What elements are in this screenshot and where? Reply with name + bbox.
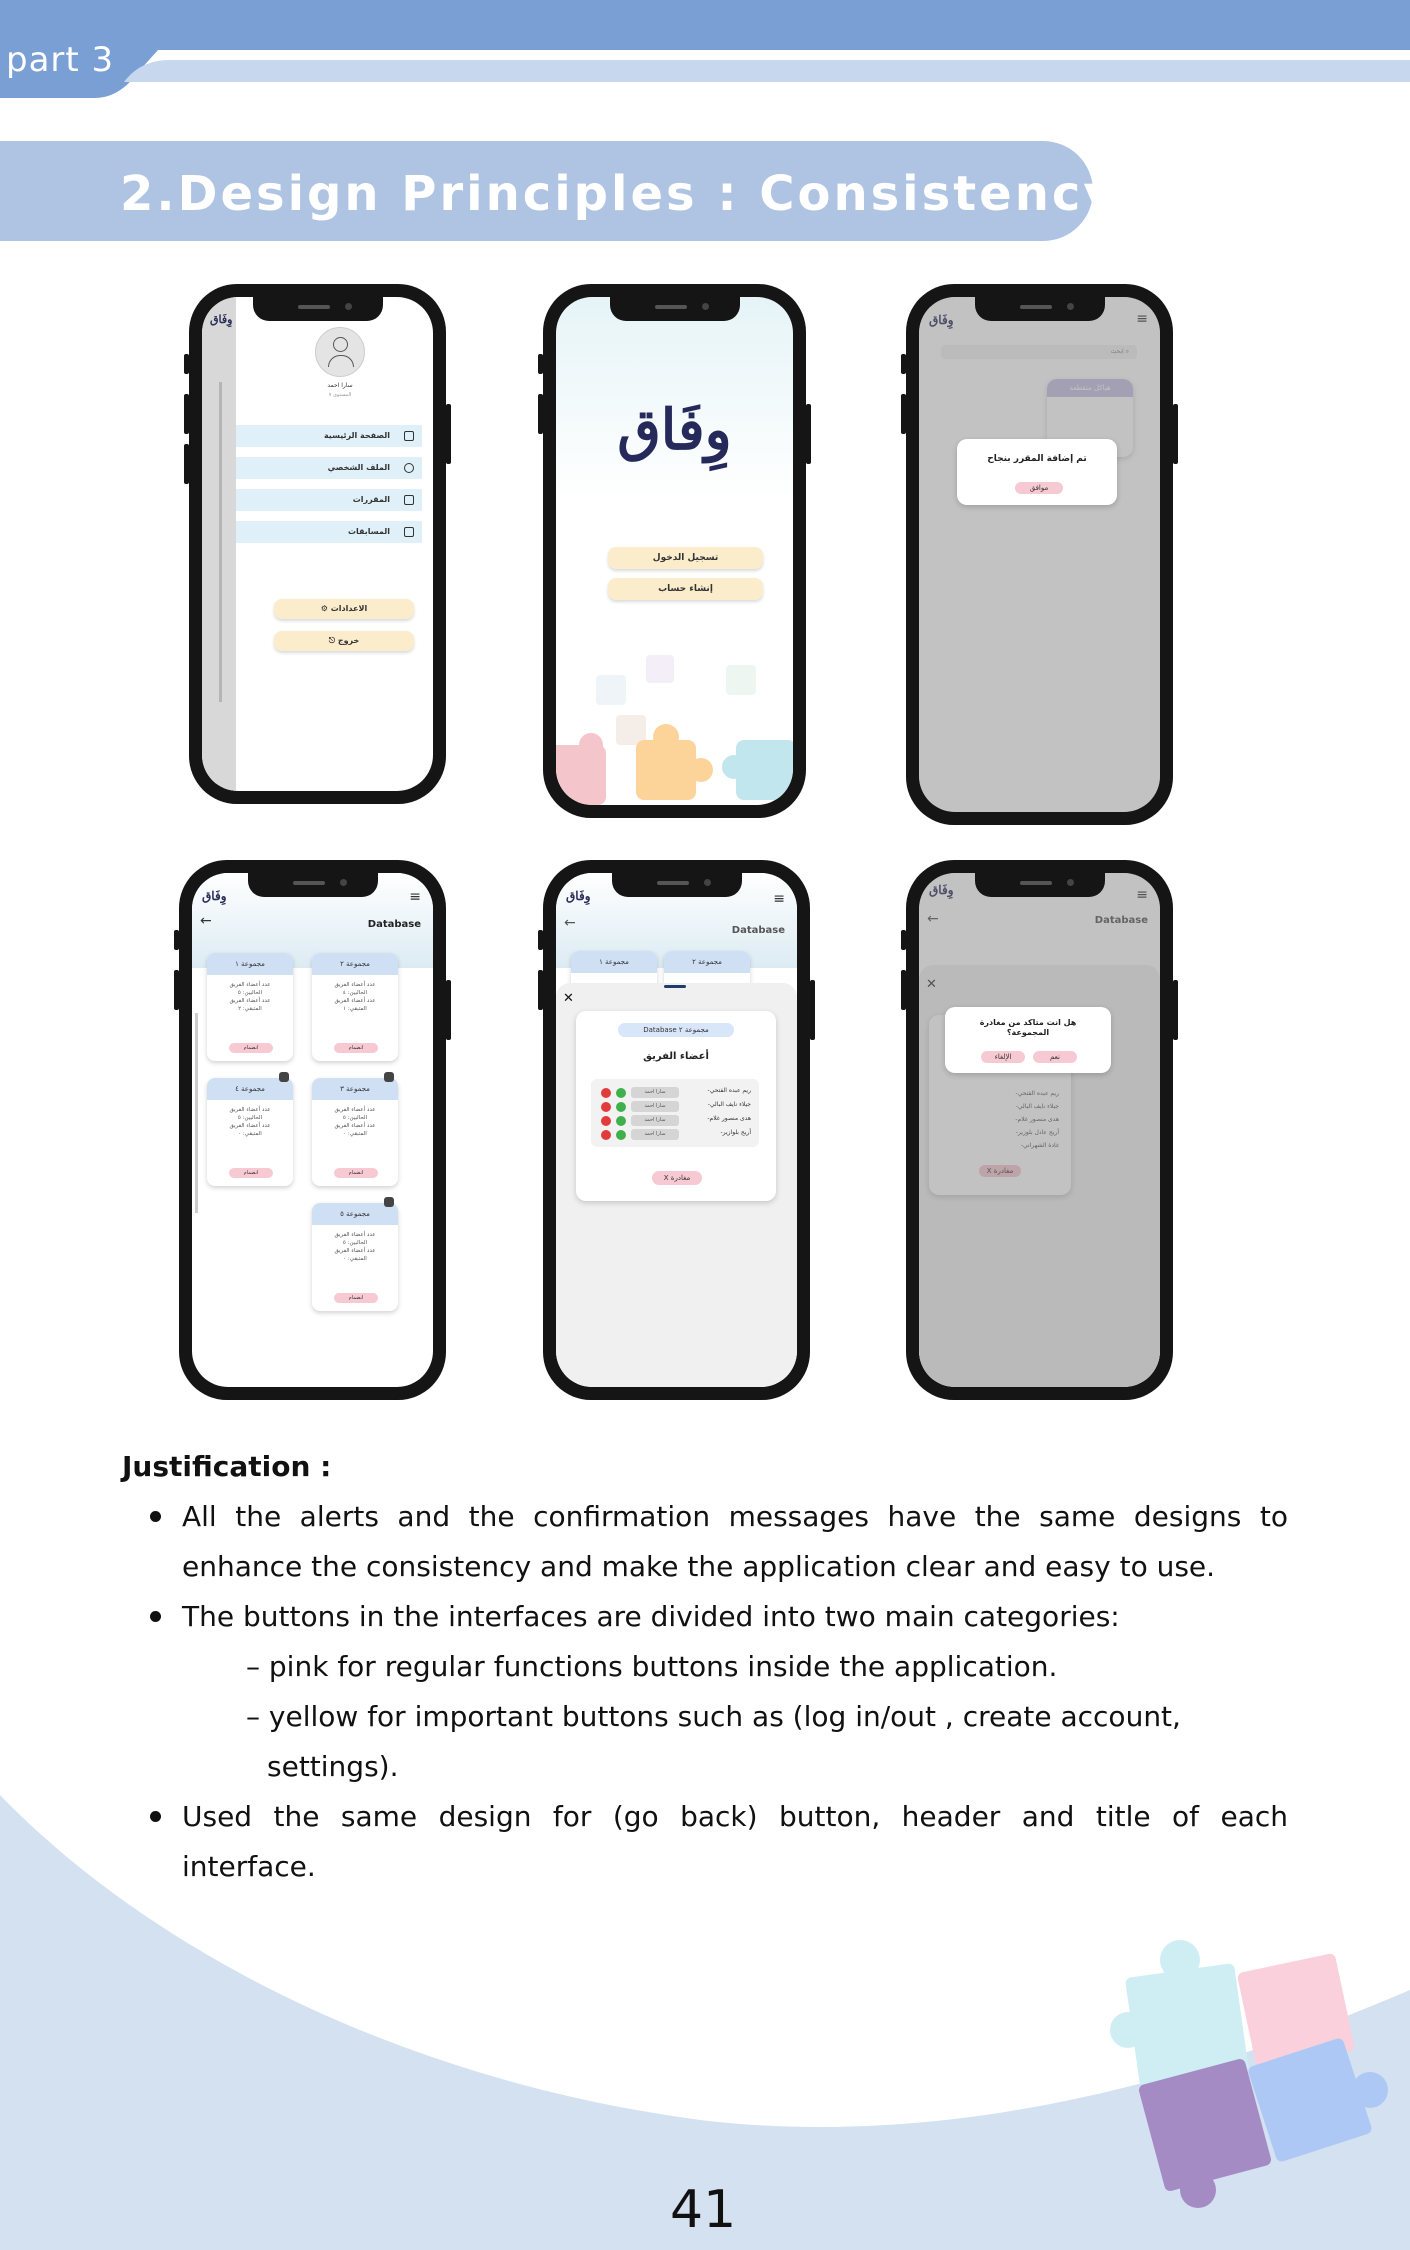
- phone-notch: [974, 873, 1105, 897]
- phone-groups-screen: وِفَاق ≡ ← Database مجموعة ١ عدد أعضاء ا…: [174, 860, 451, 1400]
- app-logo: وِفَاق: [210, 313, 233, 326]
- group-card[interactable]: مجموعة ١ عدد أعضاء الفريق الحاليين: ٥ عدد …: [207, 953, 293, 1061]
- phone-members-screen: وِفَاق ≡ ← Database مجموعة ١ مجموعة ٢ ✕ …: [538, 860, 815, 1400]
- sub-item-pink: – pink for regular functions buttons ins…: [246, 1650, 1058, 1683]
- ok-button[interactable]: موافق: [1015, 482, 1063, 494]
- close-icon[interactable]: ✕: [563, 991, 574, 1006]
- sheet-handle[interactable]: [664, 985, 686, 988]
- sub-item-yellow-line1: – yellow for important buttons such as (…: [246, 1700, 1181, 1733]
- phone-confirm-screen: وِفَاق ≡ ← Database ✕ -ريم عبده الفتحي -…: [901, 860, 1178, 1400]
- app-logo: وِفَاق: [566, 889, 591, 903]
- part-label: part 3: [6, 40, 115, 80]
- group-card[interactable]: مجموعة ٢ عدد أعضاء الفريق الحاليين: ٤ عدد …: [312, 953, 398, 1061]
- menu-icon[interactable]: ≡: [409, 889, 421, 905]
- phone-alert-screen: وِفَاق ≡ ابحث ⌕ هياكل متقطعة تم إضافة ال…: [901, 284, 1178, 825]
- sidebar-item-courses[interactable]: المقررات: [236, 489, 422, 511]
- page-number: 41: [670, 2180, 737, 2240]
- sidebar-item-profile[interactable]: الملف الشخصي: [236, 457, 422, 479]
- logout-button[interactable]: ⎋ خروج: [274, 631, 414, 651]
- list-item: سارا احمد -أريج بلوازير: [591, 1129, 751, 1141]
- bullet: [150, 1811, 161, 1822]
- confirm-dialog: هل انت متاكد من مغادرة المجموعة؟ الإلغاء…: [945, 1007, 1111, 1073]
- bullet: [150, 1511, 161, 1522]
- accept-icon[interactable]: [616, 1116, 626, 1126]
- menu-icon[interactable]: ≡: [773, 891, 785, 907]
- app-logo: وِفَاق: [202, 889, 227, 903]
- alert-message: تم إضافة المقرر بنجاح: [987, 454, 1087, 464]
- settings-button[interactable]: ⚙ الاعدادات: [274, 599, 414, 619]
- join-button[interactable]: انضمام: [334, 1043, 378, 1053]
- sidebar-item-competitions[interactable]: المسابقات: [236, 521, 422, 543]
- reject-icon[interactable]: [601, 1130, 611, 1140]
- bullet: [150, 1611, 161, 1622]
- accept-icon[interactable]: [616, 1130, 626, 1140]
- phone-sidebar-screen: وِفَاق سارا احمد المستوى ٧ الصفحة الرئيس…: [184, 284, 451, 804]
- bullet1-line2: enhance the consistency and make the app…: [182, 1550, 1216, 1583]
- members-card: Database مجموعة ٢ أعضاء الفريق سارا احمد…: [576, 1011, 776, 1201]
- page-title: 2.Design Principles : Consistency: [120, 166, 1118, 222]
- phone-welcome-screen: وِفَاق تسجيل الدخول إنشاء حساب: [538, 284, 811, 818]
- modal-overlay: [919, 873, 1160, 1387]
- create-account-button[interactable]: إنشاء حساب: [608, 578, 763, 600]
- join-button[interactable]: انضمام: [229, 1043, 273, 1053]
- yes-button[interactable]: نعم: [1033, 1051, 1077, 1063]
- book-icon: [404, 495, 414, 505]
- lock-icon: [384, 1197, 394, 1207]
- sheet-title: Database مجموعة ٢: [618, 1023, 734, 1037]
- phone-notch: [247, 873, 378, 897]
- back-arrow-icon[interactable]: ←: [200, 913, 212, 929]
- home-icon: [404, 431, 414, 441]
- phone-notch: [611, 873, 742, 897]
- bullet3-line2: interface.: [182, 1850, 316, 1883]
- list-item: سارا احمد -ريم عبده الفتحي: [591, 1087, 751, 1099]
- bullet2: The buttons in the interfaces are divide…: [182, 1600, 1120, 1633]
- phone-notch: [609, 297, 740, 321]
- sidebar-item-home[interactable]: الصفحة الرئيسية: [236, 425, 422, 447]
- reject-icon[interactable]: [601, 1088, 611, 1098]
- join-button[interactable]: انضمام: [334, 1293, 378, 1303]
- list-item: سارا احمد -جيلاء نايف البالي: [591, 1101, 751, 1113]
- confirm-message: هل انت متاكد من مغادرة المجموعة؟: [979, 1018, 1077, 1037]
- join-button[interactable]: انضمام: [334, 1168, 378, 1178]
- bullet1-line1: All the alerts and the confirmation mess…: [182, 1500, 1288, 1533]
- group-card[interactable]: مجموعة ٤ عدد أعضاء الفريق الحاليين: ٥ عدد …: [207, 1072, 293, 1186]
- cancel-button[interactable]: الإلغاء: [981, 1051, 1025, 1063]
- gear-icon: ⚙: [320, 604, 328, 613]
- course-title: Database: [367, 919, 421, 930]
- lock-icon: [279, 1072, 289, 1082]
- app-logo: وِفَاق: [617, 397, 732, 463]
- members-list: سارا احمد -ريم عبده الفتحي سارا احمد -جيلا…: [591, 1079, 759, 1147]
- user-name: سارا احمد: [327, 382, 353, 389]
- user-level: المستوى ٧: [328, 392, 352, 398]
- accept-icon[interactable]: [616, 1088, 626, 1098]
- leave-button[interactable]: X مغادرة: [652, 1171, 702, 1185]
- reject-icon[interactable]: [601, 1102, 611, 1112]
- group-card[interactable]: مجموعة ٣ عدد أعضاء الفريق الحاليين: ٥ عدد …: [312, 1072, 398, 1186]
- justification-heading: Justification :: [122, 1450, 332, 1483]
- profile-icon: [404, 463, 414, 473]
- course-title: Database: [731, 925, 785, 936]
- lock-icon: [384, 1072, 394, 1082]
- modal-overlay: [919, 297, 1160, 812]
- bullet3-line1: Used the same design for (go back) butto…: [182, 1800, 1288, 1833]
- back-arrow-icon[interactable]: ←: [564, 915, 576, 931]
- reject-icon[interactable]: [601, 1116, 611, 1126]
- bottom-sheet: ✕ Database مجموعة ٢ أعضاء الفريق سارا اح…: [556, 983, 797, 1387]
- join-button[interactable]: انضمام: [229, 1168, 273, 1178]
- login-button[interactable]: تسجيل الدخول: [608, 547, 763, 569]
- group-card[interactable]: مجموعة ٥ عدد أعضاء الفريق الحاليين: ٥ عدد …: [312, 1197, 398, 1311]
- puzzle-pieces-icon: [556, 655, 793, 805]
- bookmark-icon: [404, 527, 414, 537]
- phone-notch: [252, 297, 383, 321]
- list-item: سارا احمد -هدى منصور غلام: [591, 1115, 751, 1127]
- phone-notch: [974, 297, 1105, 321]
- sub-item-yellow-line2: settings).: [267, 1750, 399, 1783]
- members-heading: أعضاء الفريق: [643, 1051, 709, 1062]
- avatar: [315, 327, 365, 377]
- accept-icon[interactable]: [616, 1102, 626, 1112]
- alert-dialog: تم إضافة المقرر بنجاح موافق: [957, 439, 1117, 505]
- logout-icon: ⎋: [328, 636, 336, 645]
